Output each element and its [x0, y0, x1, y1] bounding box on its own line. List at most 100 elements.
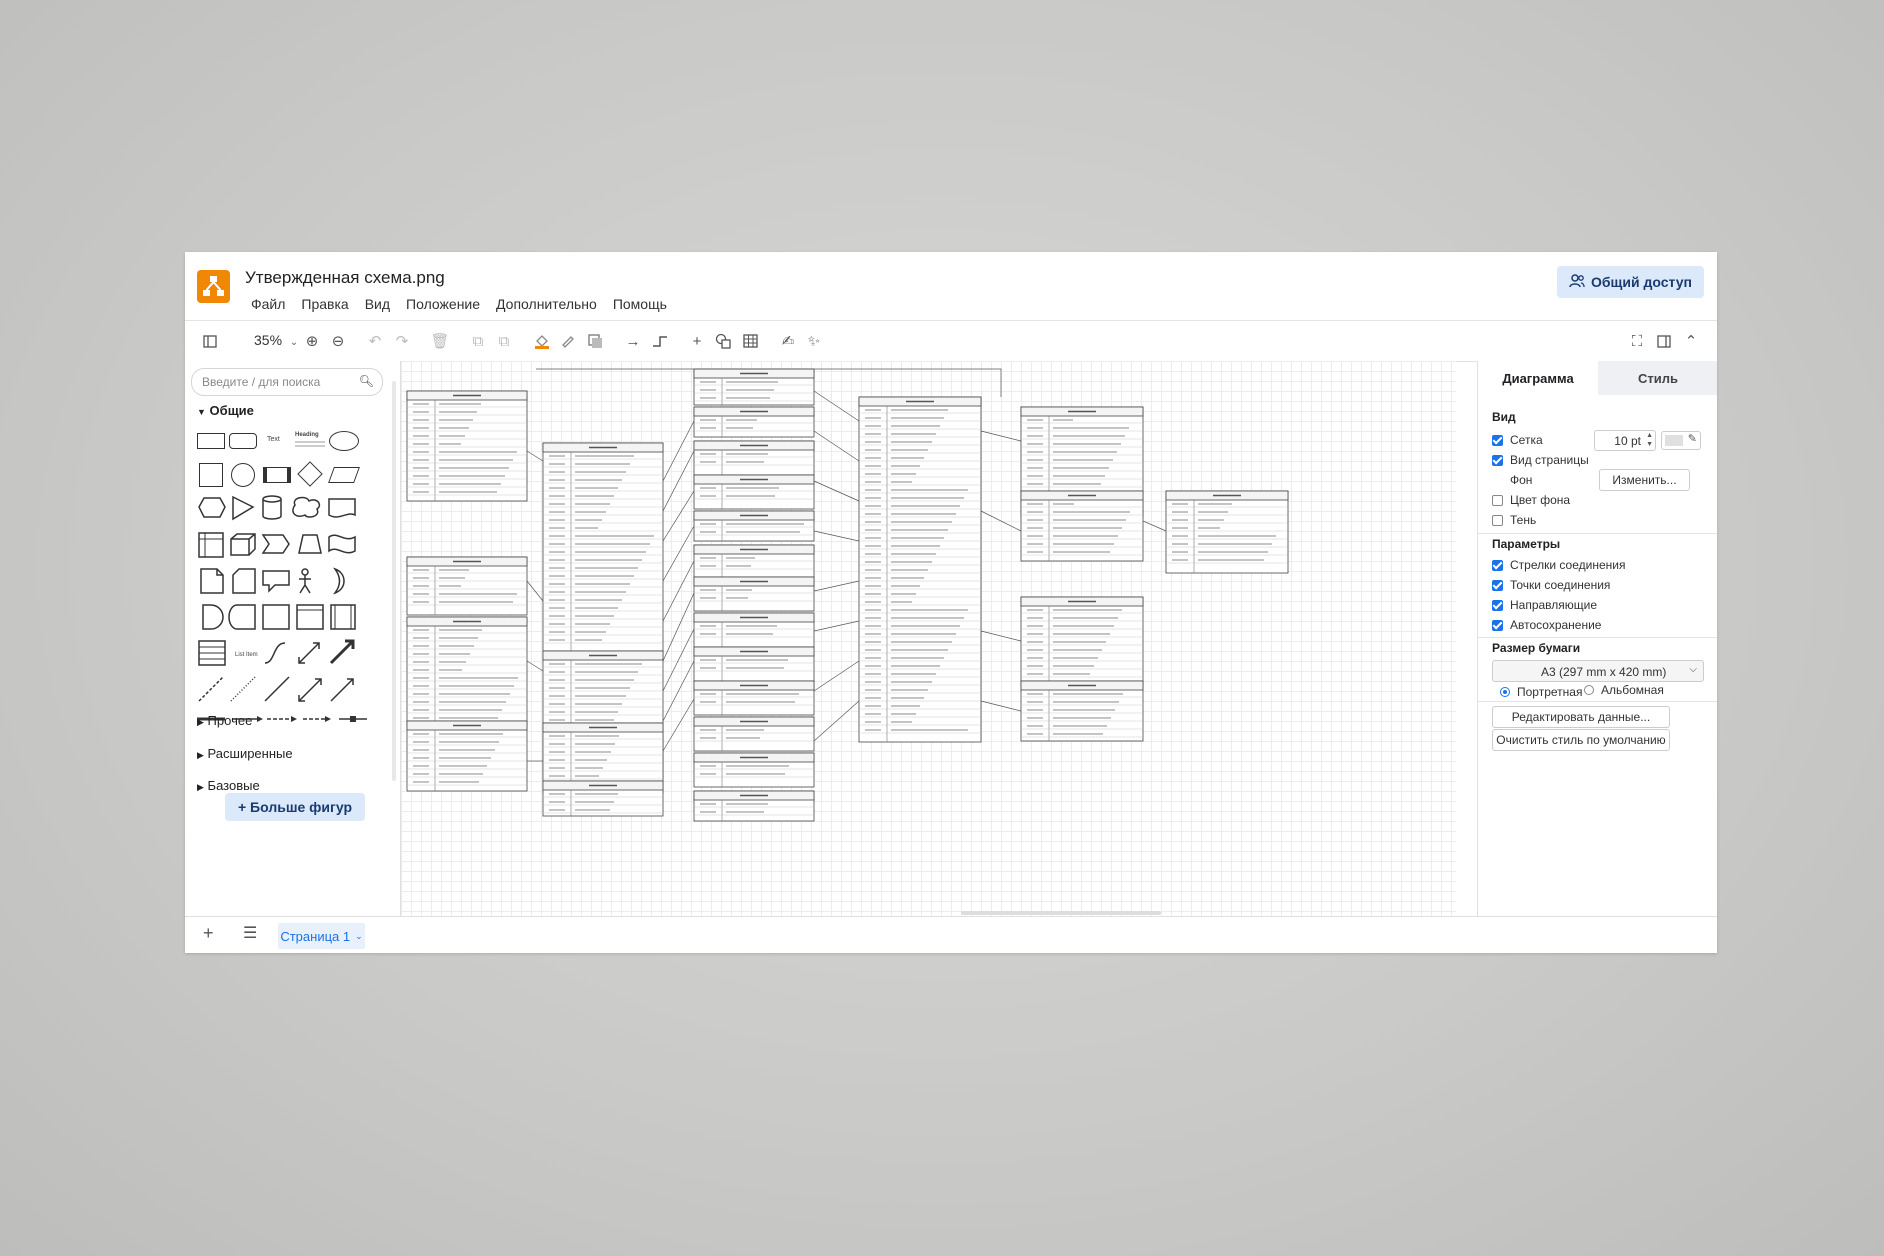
- menu-extras[interactable]: Дополнительно: [496, 296, 597, 312]
- connector-line[interactable]: [526, 660, 544, 672]
- process-shape[interactable]: [263, 467, 291, 483]
- menu-view[interactable]: Вид: [365, 296, 390, 312]
- er-table[interactable]: [406, 390, 528, 502]
- connector-line[interactable]: [662, 450, 695, 512]
- er-table[interactable]: [693, 716, 815, 752]
- points-checkbox[interactable]: Точки соединения: [1492, 578, 1610, 592]
- menu-arrange[interactable]: Положение: [406, 296, 480, 312]
- er-table[interactable]: [1020, 680, 1144, 742]
- shadow-icon[interactable]: [585, 331, 605, 351]
- er-table[interactable]: [693, 752, 815, 788]
- text-shape[interactable]: Text: [267, 436, 280, 443]
- er-table[interactable]: [693, 646, 815, 682]
- more-shapes-button[interactable]: + Больше фигур: [225, 793, 365, 821]
- fullscreen-icon[interactable]: ⛶: [1627, 331, 1647, 351]
- list-item-shape[interactable]: List Item: [235, 652, 258, 658]
- search-input[interactable]: Введите / для поиска 🔍︎: [191, 368, 383, 396]
- paper-size-select[interactable]: A3 (297 mm x 420 mm) ⌵: [1492, 660, 1704, 682]
- landscape-radio[interactable]: Альбомная: [1584, 683, 1664, 697]
- er-table[interactable]: [1020, 596, 1144, 688]
- table-icon[interactable]: [740, 331, 760, 351]
- er-table[interactable]: [406, 616, 528, 728]
- connector-line[interactable]: [813, 700, 860, 742]
- connector-line[interactable]: [980, 510, 1022, 532]
- diagram-canvas[interactable]: [401, 361, 1456, 916]
- delete-icon[interactable]: 🗑︎: [430, 331, 450, 351]
- er-table[interactable]: [1020, 490, 1144, 562]
- tab-diagram[interactable]: Диаграмма: [1478, 361, 1598, 395]
- connector-line[interactable]: [813, 390, 860, 422]
- tab-style[interactable]: Стиль: [1598, 361, 1717, 395]
- page-tab-1[interactable]: Страница 1 ⌄: [278, 923, 365, 949]
- er-diagram[interactable]: [401, 361, 1456, 916]
- parallelogram-shape[interactable]: [328, 467, 360, 483]
- document-title[interactable]: Утвержденная схема.png: [245, 268, 445, 288]
- collapse-icon[interactable]: ⌃: [1681, 331, 1701, 351]
- connector-line[interactable]: [662, 660, 695, 722]
- page-view-checkbox[interactable]: Вид страницы: [1492, 453, 1589, 467]
- to-front-icon[interactable]: ⧉: [468, 331, 488, 351]
- grid-checkbox[interactable]: Сетка: [1492, 433, 1543, 447]
- section-misc[interactable]: ▶ Прочее: [197, 713, 252, 728]
- menu-help[interactable]: Помощь: [613, 296, 667, 312]
- format-panel-icon[interactable]: [1654, 331, 1674, 351]
- connector-line[interactable]: [813, 580, 860, 592]
- connector-line[interactable]: [662, 592, 695, 662]
- circle-shape[interactable]: [231, 463, 255, 487]
- er-table[interactable]: [693, 474, 815, 510]
- magic-icon[interactable]: ✨︎: [804, 331, 824, 351]
- er-table[interactable]: [858, 396, 982, 743]
- connector-line[interactable]: [813, 430, 860, 462]
- connector-line[interactable]: [662, 525, 695, 582]
- add-page-icon[interactable]: +: [203, 923, 214, 944]
- connector-line[interactable]: [813, 660, 860, 692]
- redo-icon[interactable]: ↷: [392, 331, 412, 351]
- clear-style-button[interactable]: Очистить стиль по умолчанию: [1492, 729, 1670, 751]
- square-shape[interactable]: [199, 463, 223, 487]
- share-button[interactable]: Общий доступ: [1557, 266, 1704, 298]
- shadow-checkbox[interactable]: Тень: [1492, 513, 1536, 527]
- rectangle-shape[interactable]: [197, 433, 225, 449]
- connector-line[interactable]: [662, 420, 695, 482]
- left-scrollbar[interactable]: [392, 381, 396, 781]
- line-color-icon[interactable]: [558, 331, 578, 351]
- section-advanced[interactable]: ▶ Расширенные: [197, 746, 293, 761]
- er-table[interactable]: [406, 556, 528, 616]
- er-table[interactable]: [542, 442, 664, 652]
- connector-line[interactable]: [526, 580, 544, 602]
- ellipse-shape[interactable]: [329, 431, 359, 451]
- menu-edit[interactable]: Правка: [301, 296, 348, 312]
- sidebar-toggle-icon[interactable]: [200, 331, 220, 351]
- autosave-checkbox[interactable]: Автосохранение: [1492, 618, 1601, 632]
- er-table[interactable]: [693, 544, 815, 580]
- connector-line[interactable]: [662, 560, 695, 622]
- freehand-icon[interactable]: ✍︎: [778, 331, 798, 351]
- er-table[interactable]: [693, 680, 815, 716]
- er-table[interactable]: [542, 780, 664, 817]
- er-table[interactable]: [693, 612, 815, 648]
- waypoints-icon[interactable]: [650, 331, 670, 351]
- connector-line[interactable]: [980, 630, 1022, 642]
- connector-line[interactable]: [662, 490, 695, 542]
- zoom-level[interactable]: 35% ⌄: [254, 332, 298, 348]
- canvas-scrollbar[interactable]: [961, 911, 1161, 915]
- insert-icon[interactable]: +: [687, 331, 707, 351]
- er-table[interactable]: [693, 440, 815, 476]
- stepper-icon[interactable]: ▲ ▼: [1646, 431, 1653, 449]
- diamond-shape[interactable]: [297, 461, 323, 487]
- section-basic[interactable]: ▶ Базовые: [197, 778, 260, 793]
- er-table[interactable]: [693, 790, 815, 822]
- arrows-checkbox[interactable]: Стрелки соединения: [1492, 558, 1625, 572]
- fill-color-icon[interactable]: [532, 331, 552, 351]
- connector-line[interactable]: [813, 480, 860, 502]
- edit-data-button[interactable]: Редактировать данные...: [1492, 706, 1670, 728]
- guides-checkbox[interactable]: Направляющие: [1492, 598, 1597, 612]
- er-table[interactable]: [406, 720, 528, 792]
- er-table[interactable]: [1165, 490, 1289, 574]
- rounded-rectangle-shape[interactable]: [229, 433, 257, 449]
- connector-line[interactable]: [662, 628, 695, 692]
- change-background-button[interactable]: Изменить...: [1599, 469, 1690, 491]
- connector-line[interactable]: [1142, 520, 1167, 532]
- undo-icon[interactable]: ↶: [365, 331, 385, 351]
- er-table[interactable]: [693, 368, 815, 406]
